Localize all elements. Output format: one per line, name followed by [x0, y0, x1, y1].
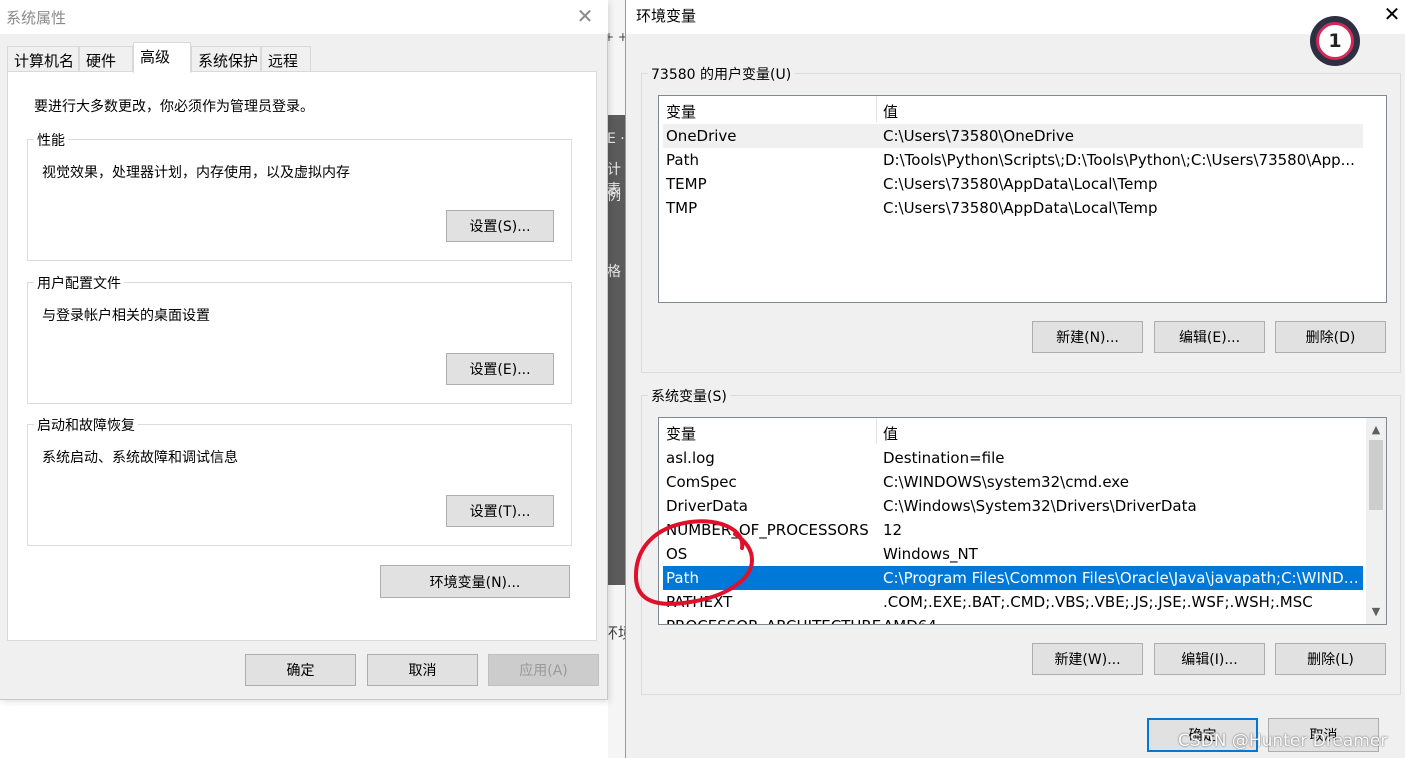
background-fragment: 例: [607, 188, 621, 204]
ok-button[interactable]: 确定: [245, 654, 356, 686]
variable-name: asl.log: [666, 449, 715, 467]
apply-button[interactable]: 应用(A): [488, 654, 599, 686]
system-properties-dialog: 系统属性 ✕ 计算机名 硬件 高级 系统保护 远程 要进行大多数更改，你必须作为…: [0, 0, 608, 700]
system-variables-label: 系统变量(S): [648, 386, 730, 406]
user-profiles-label: 用户配置文件: [34, 273, 124, 293]
list-item[interactable]: TEMP C:\Users\73580\AppData\Local\Temp: [663, 172, 1363, 196]
variable-value: C:\WINDOWS\system32\cmd.exe: [883, 473, 1129, 491]
variable-name: ComSpec: [666, 473, 737, 491]
tab-system-protection[interactable]: 系统保护: [191, 46, 261, 72]
titlebar: 系统属性 ✕: [0, 0, 608, 34]
system-delete-button[interactable]: 删除(L): [1275, 643, 1386, 675]
user-new-button[interactable]: 新建(N)...: [1032, 321, 1143, 353]
list-item[interactable]: OneDrive C:\Users\73580\OneDrive: [663, 124, 1363, 148]
tab-hardware[interactable]: 硬件: [79, 46, 133, 72]
list-item[interactable]: PATHEXT .COM;.EXE;.BAT;.CMD;.VBS;.VBE;.J…: [663, 590, 1363, 614]
step-badge: 1: [1310, 16, 1360, 66]
column-header-variable[interactable]: 变量: [666, 101, 696, 122]
variable-value: C:\Users\73580\AppData\Local\Temp: [883, 199, 1158, 217]
list-item[interactable]: OS Windows_NT: [663, 542, 1363, 566]
background-fragment: E ·: [607, 131, 625, 147]
environment-variables-dialog: 环境变量 ✕ 73580 的用户变量(U) 变量 值 OneDrive C:\U…: [625, 0, 1405, 758]
list-item[interactable]: TMP C:\Users\73580\AppData\Local\Temp: [663, 196, 1363, 220]
user-variables-label: 73580 的用户变量(U): [648, 64, 795, 84]
user-variables-list[interactable]: 变量 值 OneDrive C:\Users\73580\OneDrive Pa…: [658, 95, 1387, 303]
performance-group: 性能 视觉效果，处理器计划，内存使用，以及虚拟内存 设置(S)...: [27, 130, 572, 261]
background-dark-panel: E · 计表 例 格: [607, 115, 627, 585]
titlebar: 环境变量 ✕: [626, 0, 1405, 34]
dialog-title: 环境变量: [636, 7, 697, 25]
startup-recovery-label: 启动和故障恢复: [34, 415, 138, 435]
variable-value: .COM;.EXE;.BAT;.CMD;.VBS;.VBE;.JS;.JSE;.…: [883, 593, 1313, 611]
variable-name: TEMP: [666, 175, 707, 193]
list-item[interactable]: NUMBER_OF_PROCESSORS 12: [663, 518, 1363, 542]
variable-name: Path: [666, 569, 699, 587]
environment-variables-button[interactable]: 环境变量(N)...: [380, 565, 570, 598]
variable-name: PROCESSOR_ARCHITECTURE: [666, 617, 881, 624]
startup-recovery-desc: 系统启动、系统故障和调试信息: [42, 450, 238, 466]
user-edit-button[interactable]: 编辑(E)...: [1154, 321, 1265, 353]
list-item[interactable]: DriverData C:\Windows\System32\Drivers\D…: [663, 494, 1363, 518]
list-item[interactable]: asl.log Destination=file: [663, 446, 1363, 470]
variable-name: DriverData: [666, 497, 748, 515]
list-item-selected[interactable]: Path C:\Program Files\Common Files\Oracl…: [663, 566, 1363, 590]
variable-name: TMP: [666, 199, 698, 217]
user-profiles-group: 用户配置文件 与登录帐户相关的桌面设置 设置(E)...: [27, 273, 572, 404]
tab-remote[interactable]: 远程: [261, 46, 311, 72]
list-item[interactable]: ComSpec C:\WINDOWS\system32\cmd.exe: [663, 470, 1363, 494]
variable-value: Windows_NT: [883, 545, 978, 563]
column-header-value[interactable]: 值: [883, 101, 898, 122]
startup-recovery-group: 启动和故障恢复 系统启动、系统故障和调试信息 设置(T)...: [27, 415, 572, 546]
background-fragment: 格: [607, 264, 621, 280]
variable-value: 12: [883, 521, 903, 539]
variable-value: C:\Program Files\Common Files\Oracle\Jav…: [883, 569, 1361, 587]
dialog-title: 系统属性: [6, 9, 67, 27]
scroll-thumb[interactable]: [1369, 440, 1383, 510]
column-separator: [876, 96, 877, 122]
cancel-button[interactable]: 取消: [367, 654, 478, 686]
variable-value: D:\Tools\Python\Scripts\;D:\Tools\Python…: [883, 151, 1355, 169]
system-variables-list[interactable]: 变量 值 asl.log Destination=file ComSpec C:…: [658, 417, 1387, 625]
variable-name: NUMBER_OF_PROCESSORS: [666, 521, 869, 539]
variable-name: Path: [666, 151, 699, 169]
advanced-tab-panel: 要进行大多数更改，你必须作为管理员登录。 性能 视觉效果，处理器计划，内存使用，…: [7, 71, 597, 641]
close-icon[interactable]: ✕: [1380, 2, 1404, 26]
user-profiles-settings-button[interactable]: 设置(E)...: [446, 353, 554, 385]
list-header: 变量 值: [659, 418, 1386, 444]
column-header-variable[interactable]: 变量: [666, 423, 696, 444]
scroll-up-icon[interactable]: ▲: [1366, 420, 1386, 440]
admin-notice: 要进行大多数更改，你必须作为管理员登录。: [34, 99, 314, 115]
list-header: 变量 值: [659, 96, 1386, 122]
scroll-down-icon[interactable]: ▼: [1366, 602, 1386, 622]
performance-label: 性能: [34, 130, 68, 150]
column-separator: [876, 418, 877, 444]
variable-value: C:\Users\73580\AppData\Local\Temp: [883, 175, 1158, 193]
list-item[interactable]: PROCESSOR_ARCHITECTURE AMD64: [663, 614, 1363, 624]
variable-value: AMD64: [883, 617, 1361, 624]
column-header-value[interactable]: 值: [883, 423, 898, 444]
variable-value: C:\Users\73580\OneDrive: [883, 127, 1074, 145]
vertical-scrollbar[interactable]: ▲ ▼: [1366, 418, 1386, 624]
variable-value: Destination=file: [883, 449, 1005, 467]
system-edit-button[interactable]: 编辑(I)...: [1154, 643, 1265, 675]
tab-computer-name[interactable]: 计算机名: [7, 46, 79, 72]
tab-advanced[interactable]: 高级: [133, 42, 191, 73]
system-new-button[interactable]: 新建(W)...: [1032, 643, 1143, 675]
user-delete-button[interactable]: 删除(D): [1275, 321, 1386, 353]
variable-name: OneDrive: [666, 127, 737, 145]
performance-settings-button[interactable]: 设置(S)...: [446, 210, 554, 242]
list-item[interactable]: Path D:\Tools\Python\Scripts\;D:\Tools\P…: [663, 148, 1363, 172]
variable-value: C:\Windows\System32\Drivers\DriverData: [883, 497, 1197, 515]
startup-recovery-settings-button[interactable]: 设置(T)...: [446, 495, 554, 527]
step-badge-number: 1: [1316, 22, 1354, 60]
user-profiles-desc: 与登录帐户相关的桌面设置: [42, 308, 210, 324]
variable-name: PATHEXT: [666, 593, 733, 611]
close-icon[interactable]: ✕: [574, 4, 596, 28]
variable-name: OS: [666, 545, 688, 563]
performance-desc: 视觉效果，处理器计划，内存使用，以及虚拟内存: [42, 165, 350, 181]
watermark: CSDN @Hunter Dreamer: [1178, 731, 1388, 751]
background-panel: [393, 695, 608, 758]
